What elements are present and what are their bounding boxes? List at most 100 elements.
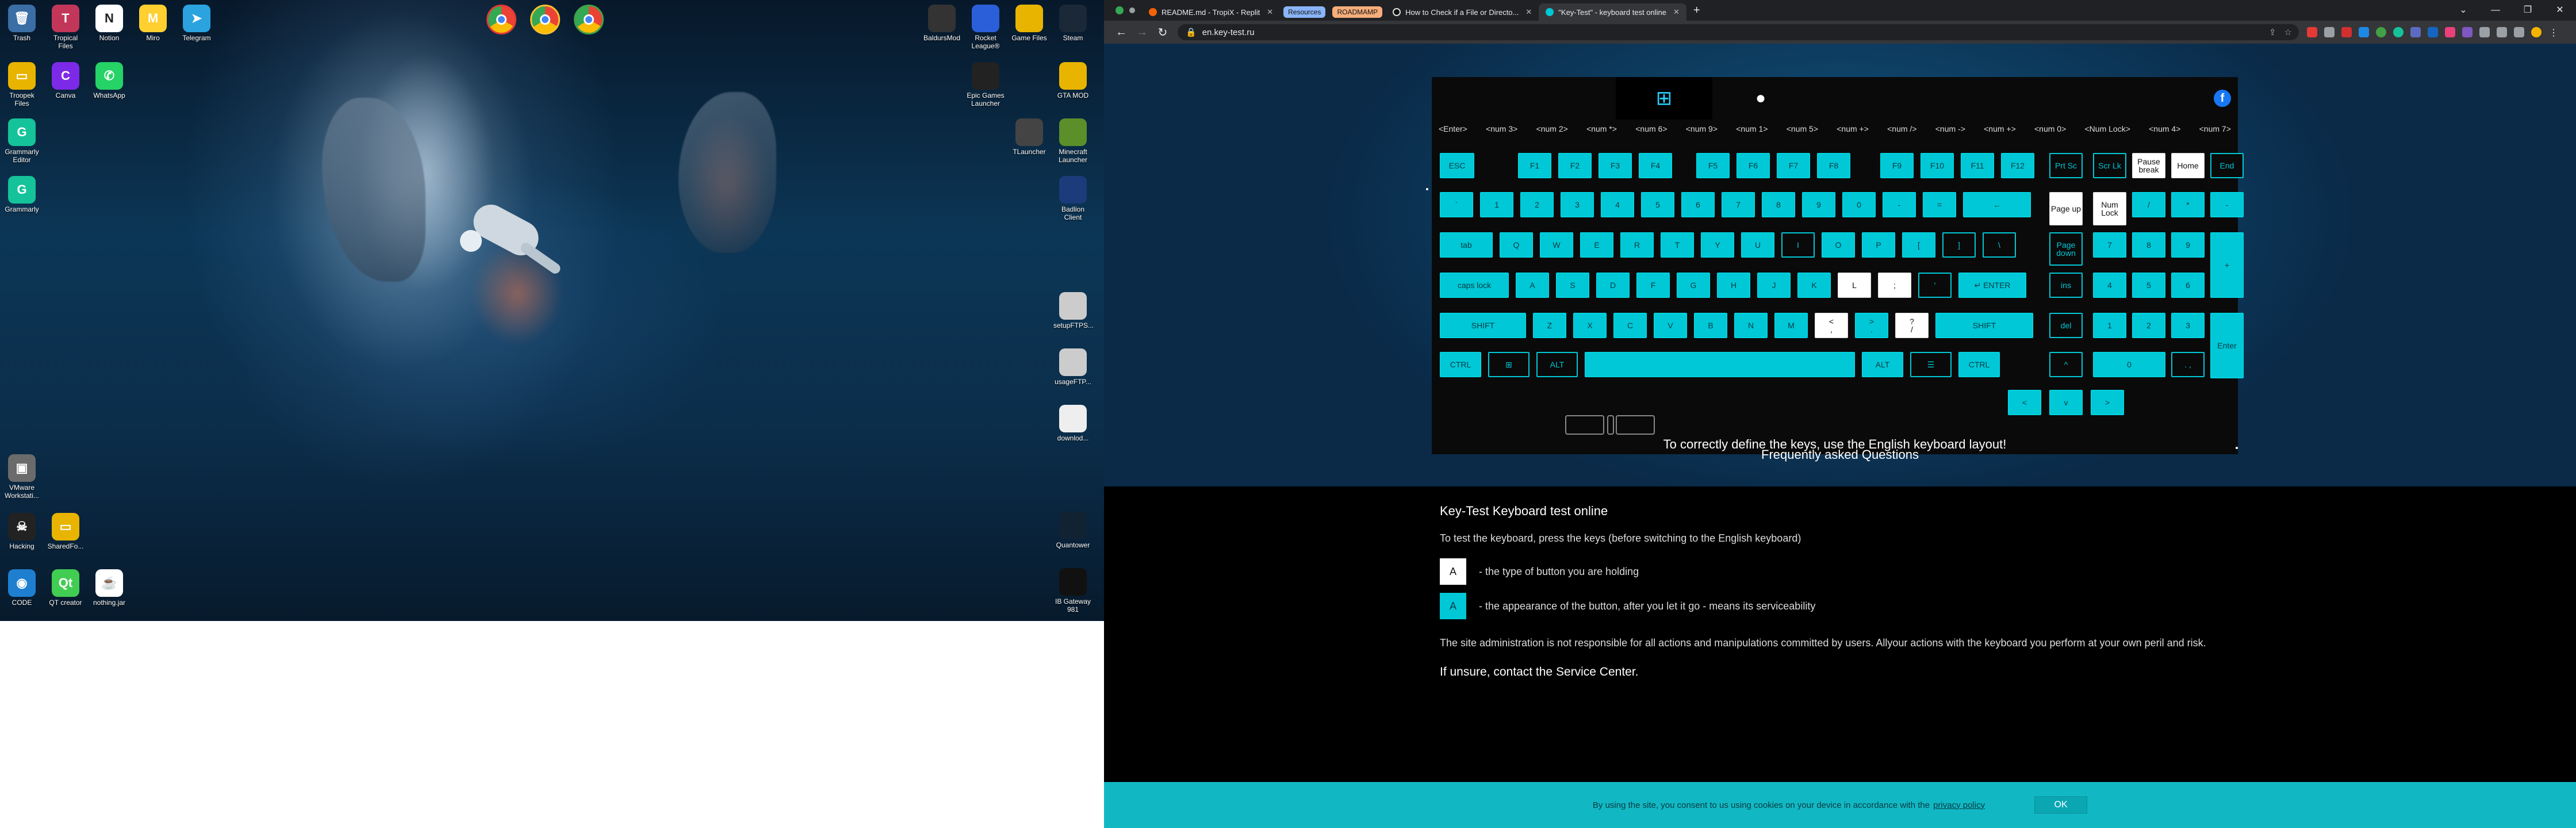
keyboard-key[interactable]: Scr Lk	[2093, 153, 2126, 178]
keyboard-key[interactable]: -	[2210, 192, 2244, 217]
keyboard-key[interactable]: ;	[1878, 273, 1911, 298]
desktop-icon[interactable]: GTA MOD	[1053, 62, 1092, 99]
desktop-icon[interactable]: Badlion Client	[1053, 176, 1092, 221]
keyboard-key[interactable]: ⊞	[1488, 352, 1529, 377]
keyboard-key[interactable]: `	[1440, 192, 1473, 217]
keyboard-key[interactable]: 4	[1601, 192, 1634, 217]
keyboard-key[interactable]: '	[1918, 273, 1952, 298]
close-tab-icon[interactable]: ✕	[1673, 7, 1680, 17]
desktop-icon[interactable]: ▭ Troopek Files	[2, 62, 41, 108]
extension-vpn-icon[interactable]	[2428, 27, 2438, 37]
new-tab-button[interactable]: +	[1693, 4, 1700, 17]
keyboard-key[interactable]: F2	[1558, 153, 1592, 178]
extension-blue2-icon[interactable]	[2410, 27, 2421, 37]
keyboard-key[interactable]: ALT	[1536, 352, 1578, 377]
keyboard-key[interactable]: ←	[1963, 192, 2031, 217]
keyboard-key[interactable]: Page down	[2049, 232, 2083, 266]
desktop-icon[interactable]: ▣ VMware Workstati...	[2, 454, 41, 500]
facebook-icon[interactable]: f	[2214, 90, 2231, 107]
desktop-icon[interactable]: G Grammarly	[2, 176, 41, 213]
tab-check-file[interactable]: How to Check if a File or Directo... ✕	[1386, 3, 1539, 21]
reload-button[interactable]: ↻	[1152, 25, 1173, 40]
keyboard-key[interactable]: F7	[1777, 153, 1810, 178]
keyboard-key[interactable]: del	[2049, 313, 2083, 338]
keyboard-key[interactable]: SHIFT	[1935, 313, 2033, 338]
desktop-icon[interactable]: ➤ Telegram	[177, 5, 216, 42]
keyboard-key[interactable]: F5	[1696, 153, 1730, 178]
desktop-icon[interactable]: ☕ nothing.jar	[90, 569, 129, 607]
desktop-icon[interactable]: Qt QT creator	[46, 569, 85, 607]
keyboard-key[interactable]: A	[1516, 273, 1549, 298]
keyboard-key[interactable]: K	[1797, 273, 1831, 298]
extension-red-icon[interactable]	[2341, 27, 2352, 37]
close-tab-icon[interactable]: ✕	[1267, 7, 1273, 17]
keyboard-key[interactable]: SHIFT	[1440, 313, 1526, 338]
extension-youtube-icon[interactable]	[2307, 27, 2317, 37]
tab-group-roadmap[interactable]: ROADMAMP	[1332, 6, 1383, 18]
desktop-icon[interactable]: N Notion	[90, 5, 129, 42]
chrome-shortcut-icon[interactable]	[486, 5, 516, 34]
keyboard-key[interactable]	[1585, 352, 1855, 377]
desktop-icon[interactable]: T Tropical Files	[46, 5, 85, 50]
extensions-puzzle-icon[interactable]	[2479, 27, 2490, 37]
keyboard-key[interactable]: ALT	[1862, 352, 1903, 377]
keyboard-key[interactable]: M	[1774, 313, 1808, 338]
desktop-icon[interactable]: ☠ Hacking	[2, 513, 41, 550]
desktop-icon[interactable]: 🗑 Trash	[2, 5, 41, 42]
desktop-icon[interactable]: C Canva	[46, 62, 85, 99]
minimize-button[interactable]: —	[2479, 0, 2512, 21]
chrome-shortcut-icon[interactable]	[574, 5, 604, 34]
keyboard-key[interactable]: Page up	[2049, 192, 2083, 225]
desktop-icon[interactable]: Quantower	[1053, 512, 1092, 549]
back-button[interactable]: ←	[1111, 26, 1132, 39]
tab-apple[interactable]: ●	[1712, 77, 1809, 120]
keyboard-key[interactable]: ? /	[1895, 313, 1929, 338]
share-icon[interactable]: ⇪	[2269, 27, 2276, 37]
desktop-icon[interactable]: ◉ CODE	[2, 569, 41, 607]
keyboard-key[interactable]: 2	[1520, 192, 1554, 217]
keyboard-key[interactable]: U	[1741, 232, 1774, 258]
desktop-icon[interactable]: BaldursMod	[922, 5, 961, 42]
keyboard-key[interactable]: F9	[1880, 153, 1914, 178]
reading-list-icon[interactable]	[2497, 27, 2507, 37]
keyboard-key[interactable]: CTRL	[1440, 352, 1481, 377]
desktop-icon[interactable]: TLauncher	[1010, 118, 1049, 156]
keyboard-key[interactable]: 9	[1802, 192, 1835, 217]
keyboard-key[interactable]: 5	[1641, 192, 1674, 217]
keyboard-key[interactable]: End	[2210, 153, 2244, 178]
keyboard-key[interactable]: F12	[2001, 153, 2034, 178]
keyboard-key[interactable]: < ,	[1815, 313, 1848, 338]
keyboard-key[interactable]: I	[1781, 232, 1815, 258]
desktop-icon[interactable]: ▭ SharedFo...	[46, 513, 85, 550]
keyboard-key[interactable]: 4	[2093, 273, 2126, 298]
desktop-icon[interactable]: ✆ WhatsApp	[90, 62, 129, 99]
keyboard-key[interactable]: /	[2132, 192, 2165, 217]
keyboard-key[interactable]: P	[1862, 232, 1895, 258]
cookie-ok-button[interactable]: OK	[2034, 796, 2088, 814]
keyboard-key[interactable]: S	[1556, 273, 1589, 298]
close-tab-icon[interactable]: ✕	[1525, 7, 1532, 17]
tab-windows[interactable]: ⊞	[1616, 77, 1712, 120]
keyboard-key[interactable]: 2	[2132, 313, 2165, 338]
tab-group-resources[interactable]: Resources	[1283, 6, 1326, 18]
keyboard-key[interactable]: L	[1838, 273, 1871, 298]
extension-grid-icon[interactable]	[2324, 27, 2334, 37]
keyboard-key[interactable]: B	[1694, 313, 1727, 338]
keyboard-key[interactable]: C	[1613, 313, 1647, 338]
keyboard-key[interactable]: 3	[2171, 313, 2205, 338]
desktop-icon[interactable]: Rocket League®	[966, 5, 1005, 50]
keyboard-key[interactable]: Prt Sc	[2049, 153, 2083, 178]
keyboard-key[interactable]: N	[1734, 313, 1768, 338]
keyboard-key[interactable]: . ,	[2171, 352, 2205, 377]
extension-blue-icon[interactable]	[2359, 27, 2369, 37]
tab-search-chevron-icon[interactable]: ⌄	[2447, 0, 2479, 21]
keyboard-key[interactable]: Enter	[2210, 313, 2244, 378]
keyboard-key[interactable]: F6	[1736, 153, 1770, 178]
profile-avatar[interactable]	[2531, 27, 2542, 37]
keyboard-key[interactable]: ☰	[1910, 352, 1952, 377]
desktop-icon[interactable]: Epic Games Launcher	[966, 62, 1005, 108]
keyboard-key[interactable]: Y	[1701, 232, 1734, 258]
keyboard-key[interactable]: =	[1923, 192, 1956, 217]
keyboard-key[interactable]: 6	[2171, 273, 2205, 298]
keyboard-key[interactable]: V	[1654, 313, 1687, 338]
